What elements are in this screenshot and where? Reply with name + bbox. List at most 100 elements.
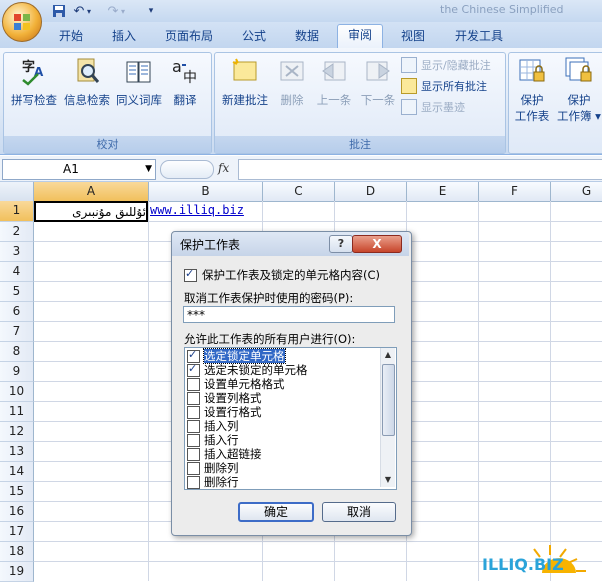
cell-a1[interactable]: ئۇللىق مۇنبىرى [34, 201, 148, 222]
protect-contents-checkbox[interactable] [184, 267, 197, 282]
row-header-12[interactable]: 12 [0, 422, 34, 442]
list-item-delete-columns[interactable]: 删除列 [187, 461, 239, 475]
allow-users-label: 允许此工作表的所有用户进行(O): [184, 332, 356, 346]
row-header-2[interactable]: 2 [0, 222, 34, 242]
next-comment-button[interactable]: 下一条 [356, 56, 400, 108]
save-icon[interactable] [50, 2, 68, 20]
name-box[interactable]: A1 ▼ [2, 159, 156, 180]
select-all-button[interactable] [0, 182, 34, 201]
list-item-insert-columns[interactable]: 插入列 [187, 419, 239, 433]
row-header-10[interactable]: 10 [0, 382, 34, 402]
scroll-down-icon[interactable]: ▼ [381, 473, 395, 487]
tab-data[interactable]: 数据 [286, 26, 328, 46]
row-header-14[interactable]: 14 [0, 462, 34, 482]
column-header-f[interactable]: F [479, 182, 551, 201]
row-header-11[interactable]: 11 [0, 402, 34, 422]
insert-function-icon[interactable]: fx [218, 161, 229, 175]
protect-workbook-button[interactable]: 保护 工作簿 ▾ [556, 56, 602, 124]
protect-contents-checkbox-row[interactable]: 保护工作表及锁定的单元格内容(C) [184, 267, 380, 283]
redo-dropdown-icon[interactable]: ▾ [118, 2, 128, 20]
list-checkbox[interactable] [187, 461, 200, 475]
list-checkbox[interactable] [187, 377, 200, 391]
spell-check-button[interactable]: 字A 拼写检查 [6, 56, 62, 108]
thesaurus-button[interactable]: 同义词库 [112, 56, 166, 108]
translate-button[interactable]: a中 翻译 [163, 56, 207, 108]
delete-comment-icon [277, 56, 307, 86]
row-header-6[interactable]: 6 [0, 302, 34, 322]
protect-sheet-label-2: 工作表 [514, 109, 550, 123]
scroll-thumb[interactable] [382, 364, 395, 436]
row-header-7[interactable]: 7 [0, 322, 34, 342]
row-header-18[interactable]: 18 [0, 542, 34, 562]
row-header-3[interactable]: 3 [0, 242, 34, 262]
show-all-comments-button[interactable]: 显示所有批注 [401, 77, 487, 95]
formula-input[interactable] [238, 159, 602, 180]
list-checkbox[interactable] [187, 447, 200, 461]
svg-text:a: a [172, 57, 182, 76]
scroll-up-icon[interactable]: ▲ [381, 348, 395, 362]
row-header-9[interactable]: 9 [0, 362, 34, 382]
row-header-5[interactable]: 5 [0, 282, 34, 302]
row-header-15[interactable]: 15 [0, 482, 34, 502]
name-box-value: A1 [63, 162, 79, 176]
formula-bar-resize-handle[interactable] [160, 160, 214, 179]
tab-page-layout[interactable]: 页面布局 [158, 26, 220, 46]
list-checkbox[interactable] [187, 391, 200, 405]
tab-view[interactable]: 视图 [392, 26, 434, 46]
password-input[interactable]: *** [183, 306, 395, 323]
window-title: the Chinese Simplified [440, 3, 564, 16]
column-header-g[interactable]: G [551, 182, 602, 201]
permissions-list: 选定锁定单元格 选定未锁定的单元格 设置单元格格式 设置列格式 设置行格式 插入… [184, 347, 397, 490]
protect-sheet-button[interactable]: 保护 工作表 [510, 56, 554, 124]
list-item-format-rows[interactable]: 设置行格式 [187, 405, 262, 419]
group-comments-label: 批注 [215, 136, 505, 153]
ok-button[interactable]: 确定 [238, 502, 314, 522]
tab-review[interactable]: 审阅 [337, 24, 383, 49]
research-label: 信息检索 [64, 93, 110, 107]
tab-insert[interactable]: 插入 [103, 26, 145, 46]
row-header-16[interactable]: 16 [0, 502, 34, 522]
list-checkbox[interactable] [187, 475, 200, 489]
list-item-format-columns[interactable]: 设置列格式 [187, 391, 262, 405]
list-item-select-unlocked-cells[interactable]: 选定未锁定的单元格 [187, 362, 308, 377]
cell-b1-link[interactable]: www.illiq.biz [150, 203, 244, 217]
previous-comment-button[interactable]: 上一条 [312, 56, 356, 108]
office-button[interactable] [2, 2, 42, 42]
list-scrollbar[interactable]: ▲ ▼ [380, 348, 395, 487]
undo-dropdown-icon[interactable]: ▾ [84, 2, 94, 20]
dialog-close-button[interactable]: X [352, 235, 402, 253]
dialog-help-button[interactable]: ? [329, 235, 353, 253]
list-item-select-locked-cells[interactable]: 选定锁定单元格 [187, 348, 286, 364]
show-ink-button[interactable]: 显示墨迹 [401, 98, 465, 116]
tab-home[interactable]: 开始 [50, 26, 92, 46]
row-header-8[interactable]: 8 [0, 342, 34, 362]
show-hide-comment-button[interactable]: 显示/隐藏批注 [401, 56, 491, 74]
list-checkbox[interactable] [187, 362, 200, 377]
tab-formulas[interactable]: 公式 [233, 26, 275, 46]
row-header-4[interactable]: 4 [0, 262, 34, 282]
list-checkbox[interactable] [187, 433, 200, 447]
row-header-1[interactable]: 1 [0, 201, 34, 222]
customize-qat-icon[interactable]: ▾ [146, 2, 156, 20]
list-item-format-cells[interactable]: 设置单元格格式 [187, 377, 285, 391]
list-item-insert-hyperlinks[interactable]: 插入超链接 [187, 447, 262, 461]
column-header-e[interactable]: E [407, 182, 479, 201]
illiq-watermark: ILLIQ.BIZ [480, 537, 602, 581]
list-checkbox[interactable] [187, 419, 200, 433]
column-header-c[interactable]: C [263, 182, 335, 201]
row-header-19[interactable]: 19 [0, 562, 34, 582]
cancel-button[interactable]: 取消 [322, 502, 396, 522]
new-comment-button[interactable]: 新建批注 [218, 56, 272, 108]
column-header-b[interactable]: B [149, 182, 263, 201]
name-box-dropdown-icon[interactable]: ▼ [145, 160, 152, 179]
column-header-a[interactable]: A [34, 182, 149, 201]
list-checkbox[interactable] [187, 405, 200, 419]
list-item-delete-rows[interactable]: 删除行 [187, 475, 239, 489]
row-header-17[interactable]: 17 [0, 522, 34, 542]
row-header-13[interactable]: 13 [0, 442, 34, 462]
research-button[interactable]: 信息检索 [60, 56, 114, 108]
column-header-d[interactable]: D [335, 182, 407, 201]
list-item-insert-rows[interactable]: 插入行 [187, 433, 239, 447]
delete-comment-button[interactable]: 删除 [272, 56, 312, 108]
tab-developer[interactable]: 开发工具 [446, 26, 512, 46]
